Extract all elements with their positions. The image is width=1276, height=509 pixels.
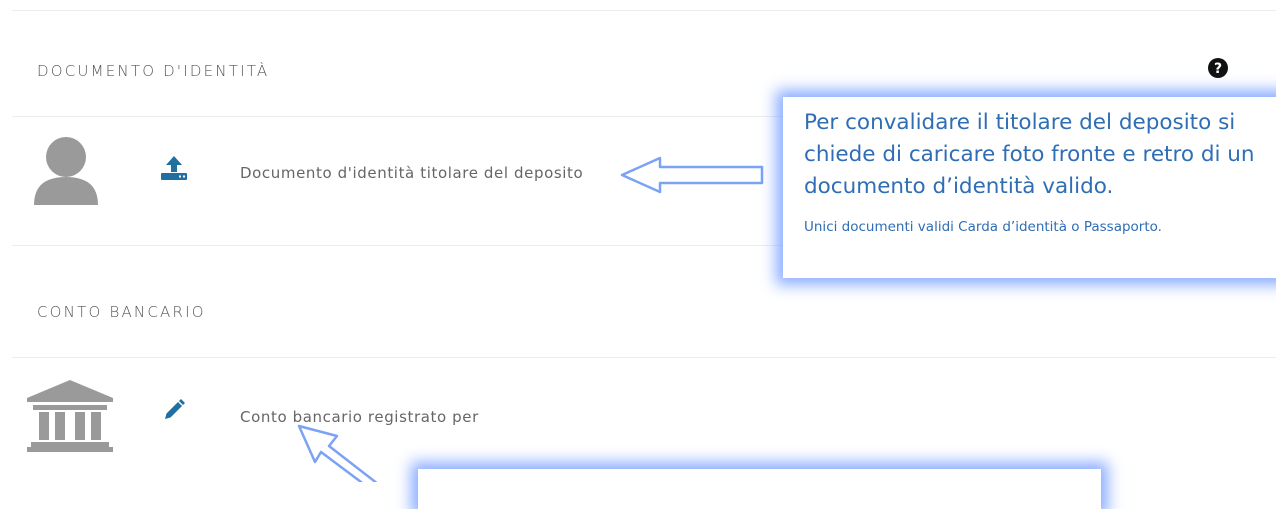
arrow-icon [297, 424, 378, 482]
callout-main-text: Per convalidare il titolare del deposito… [804, 110, 1255, 199]
identity-row-label[interactable]: Documento d'identità titolare del deposi… [240, 164, 583, 182]
pencil-icon[interactable] [162, 398, 186, 422]
arrow-icon [620, 156, 764, 194]
user-avatar-icon [34, 137, 98, 205]
bank-building-icon [27, 380, 113, 452]
section-title-identity: DOCUMENTO D'IDENTITÀ [37, 62, 270, 80]
bank-divider [12, 357, 1276, 358]
upload-icon[interactable] [160, 155, 188, 181]
info-callout: Per convalidare il titolare del deposito… [783, 97, 1276, 278]
help-circle-icon[interactable]: ? [1207, 57, 1229, 79]
section-title-bank: CONTO BANCARIO [37, 303, 206, 321]
svg-text:?: ? [1214, 61, 1222, 77]
top-divider [12, 10, 1276, 11]
callout-note-text: Unici documenti validi Carda d’identità … [804, 219, 1162, 235]
bank-callout [418, 469, 1101, 509]
